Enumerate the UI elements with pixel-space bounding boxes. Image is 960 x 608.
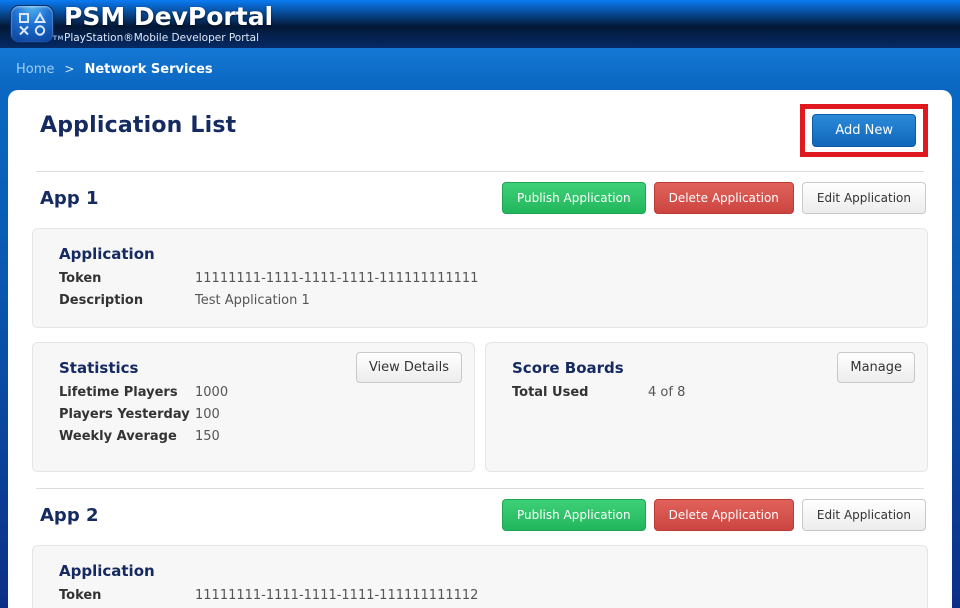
app-title: PSM DevPortal [64,4,273,30]
edit-application-button[interactable]: Edit Application [802,499,926,531]
application-panel-heading: Application [59,562,927,580]
content-card: Application List Add New App 1 Publish A… [8,90,952,608]
playstation-shapes-icon [18,12,46,37]
app1-application-panel: Application Token 11111111-1111-1111-111… [32,228,928,328]
logo-tm-mark: TM [53,35,64,42]
statistics-row: Players Yesterday 100 [59,407,474,422]
app1-actions: Publish Application Delete Application E… [502,182,926,214]
page: TM PSM DevPortal PlayStation®Mobile Deve… [0,0,960,608]
app2-application-panel: Application Token 11111111-1111-1111-111… [32,545,928,608]
app1-header-row: App 1 Publish Application Delete Applica… [32,182,928,214]
token-value: 11111111-1111-1111-1111-111111111111 [195,271,478,286]
total-used-label: Total Used [512,385,648,400]
scoreboards-row: Total Used 4 of 8 [512,385,927,400]
delete-application-button[interactable]: Delete Application [654,499,794,531]
add-new-button[interactable]: Add New [812,114,916,147]
lifetime-players-value: 1000 [195,385,228,400]
description-row: Description Test Application 1 [59,293,927,308]
players-yesterday-value: 100 [195,407,220,422]
players-yesterday-label: Players Yesterday [59,407,195,422]
breadcrumb-home-link[interactable]: Home [16,62,54,77]
statistics-row: Weekly Average 150 [59,429,474,444]
weekly-average-label: Weekly Average [59,429,195,444]
breadcrumb-current: Network Services [84,62,212,77]
psm-logo[interactable]: TM [10,5,54,43]
app-subtitle: PlayStation®Mobile Developer Portal [64,32,273,44]
description-value: Test Application 1 [195,293,310,308]
page-title: Application List [32,104,236,138]
token-label: Token [59,271,195,286]
app-section-2: App 2 Publish Application Delete Applica… [32,489,928,608]
token-value: 11111111-1111-1111-1111-111111111112 [195,588,478,603]
total-used-value: 4 of 8 [648,385,685,400]
app1-sub-panels: View Details Statistics Lifetime Players… [32,328,928,472]
token-row: Token 11111111-1111-1111-1111-1111111111… [59,588,927,603]
delete-application-button[interactable]: Delete Application [654,182,794,214]
application-panel-heading: Application [59,245,927,263]
description-label: Description [59,293,195,308]
manage-button[interactable]: Manage [837,352,915,383]
app2-name: App 2 [40,505,99,526]
token-label: Token [59,588,195,603]
app2-actions: Publish Application Delete Application E… [502,499,926,531]
lifetime-players-label: Lifetime Players [59,385,195,400]
edit-application-button[interactable]: Edit Application [802,182,926,214]
app2-header-row: App 2 Publish Application Delete Applica… [32,499,928,531]
publish-application-button[interactable]: Publish Application [502,499,646,531]
app1-name: App 1 [40,188,99,209]
view-details-button[interactable]: View Details [356,352,462,383]
brand-block: PSM DevPortal PlayStation®Mobile Develop… [64,4,273,43]
statistics-row: Lifetime Players 1000 [59,385,474,400]
publish-application-button[interactable]: Publish Application [502,182,646,214]
app-header: TM PSM DevPortal PlayStation®Mobile Deve… [0,0,960,48]
page-header-row: Application List Add New [32,104,928,157]
token-row: Token 11111111-1111-1111-1111-1111111111… [59,271,927,286]
breadcrumb: Home > Network Services [0,48,960,90]
breadcrumb-separator: > [64,62,74,76]
add-new-highlight-annotation: Add New [800,104,928,157]
weekly-average-value: 150 [195,429,220,444]
app-section-1: App 1 Publish Application Delete Applica… [32,172,928,472]
statistics-panel: View Details Statistics Lifetime Players… [32,342,475,472]
scoreboards-panel: Manage Score Boards Total Used 4 of 8 [485,342,928,472]
